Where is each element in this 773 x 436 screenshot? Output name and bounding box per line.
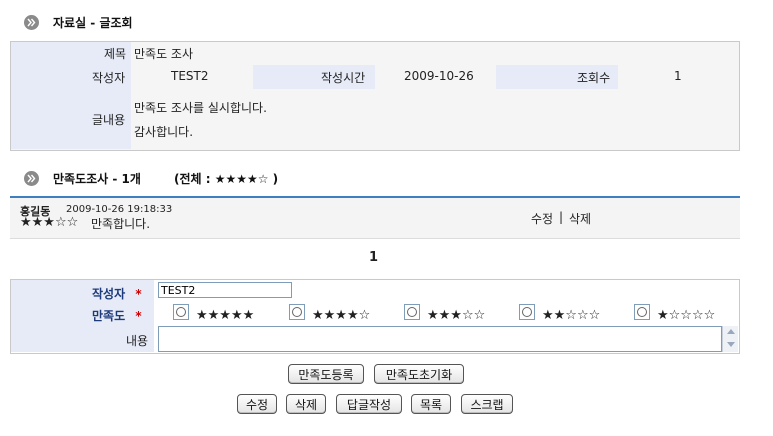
form-content-label: 내용 <box>126 334 149 348</box>
section-arrow-icon <box>24 171 39 186</box>
rating-radio-4[interactable] <box>289 304 305 320</box>
rating-radio-2[interactable] <box>519 304 535 320</box>
delete-button[interactable]: 삭제 <box>286 394 326 414</box>
rating-option-3: ★★★☆☆ <box>427 308 486 323</box>
entry-delete-link[interactable]: 삭제 <box>569 210 591 227</box>
rating-option-4: ★★★★☆ <box>312 308 371 323</box>
section-title-survey: 만족도조사 - 1개 <box>53 172 141 186</box>
rating-radio-3[interactable] <box>404 304 420 320</box>
author-label: 작성자 <box>92 71 126 85</box>
edit-button[interactable]: 수정 <box>237 394 277 414</box>
entry-comment: 만족합니다. <box>91 217 151 231</box>
rating-option-1: ★☆☆☆☆ <box>657 308 716 323</box>
content-label: 글내용 <box>92 113 126 127</box>
rating-option-2: ★★☆☆☆ <box>542 308 601 323</box>
reply-button[interactable]: 답글작성 <box>336 394 402 414</box>
views-label: 조회수 <box>577 71 611 85</box>
content-textarea[interactable] <box>158 326 722 352</box>
views-value: 1 <box>674 69 682 83</box>
date-value: 2009-10-26 <box>404 69 474 83</box>
survey-total-rating: (전체 : ★★★★☆ ) <box>174 172 279 186</box>
register-rating-button[interactable]: 만족도등록 <box>288 364 364 384</box>
content-line-1: 만족도 조사를 실시합니다. <box>134 101 267 115</box>
rating-radio-1[interactable] <box>634 304 650 320</box>
subject-value: 만족도 조사 <box>134 47 194 61</box>
form-author-label: 작성자 * <box>92 287 142 301</box>
section-title-view: 자료실 - 글조회 <box>53 16 133 30</box>
list-button[interactable]: 목록 <box>411 394 451 414</box>
required-mark: * <box>135 287 142 301</box>
scrap-button[interactable]: 스크랩 <box>461 394 513 414</box>
entry-stars: ★★★☆☆ <box>20 215 79 230</box>
textarea-scrollbar[interactable] <box>722 326 738 352</box>
required-mark: * <box>135 309 142 323</box>
page-number[interactable]: 1 <box>369 250 378 265</box>
date-label: 작성시간 <box>321 71 366 85</box>
scroll-up-arrow-icon[interactable] <box>726 329 735 334</box>
form-rating-label: 만족도 * <box>92 309 142 323</box>
reset-rating-button[interactable]: 만족도초기화 <box>374 364 464 384</box>
scroll-down-arrow-icon[interactable] <box>726 342 735 347</box>
entry-datetime: 2009-10-26 19:18:33 <box>66 204 173 215</box>
section-arrow-icon <box>24 15 39 30</box>
entry-separator: | <box>559 210 564 224</box>
subject-label: 제목 <box>104 47 127 61</box>
author-input[interactable] <box>158 282 292 298</box>
content-line-2: 감사합니다. <box>134 125 194 139</box>
rating-option-5: ★★★★★ <box>196 308 255 323</box>
author-value: TEST2 <box>171 69 209 83</box>
rating-radio-5[interactable] <box>173 304 189 320</box>
entry-edit-link[interactable]: 수정 <box>531 210 553 227</box>
